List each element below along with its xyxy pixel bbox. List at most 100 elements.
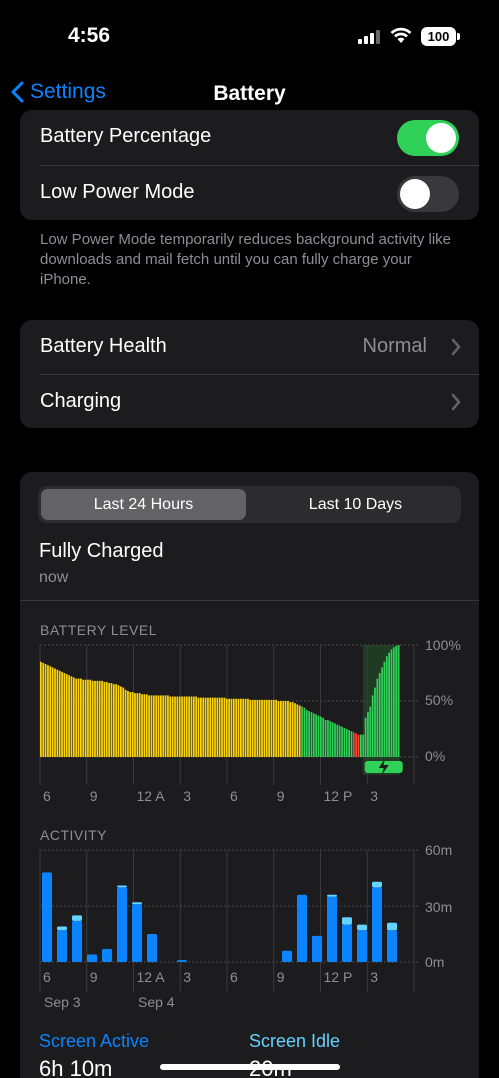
battery-bar (162, 695, 165, 757)
battery-level-chart (39, 644, 420, 785)
x-tick-label: 3 (183, 788, 192, 804)
battery-bar (355, 733, 358, 757)
battery-bar (209, 697, 212, 757)
tab-last-24-hours[interactable]: Last 24 Hours (41, 489, 246, 520)
battery-percentage-toggle[interactable] (397, 120, 459, 156)
battery-bar (232, 698, 235, 757)
battery-bar (265, 699, 268, 757)
battery-bar (331, 722, 334, 757)
battery-bar (230, 698, 233, 757)
battery-bar (141, 694, 143, 757)
battery-bar (247, 698, 249, 757)
battery-bar (312, 713, 315, 757)
activity-idle-bar (327, 894, 337, 897)
battery-bar (51, 667, 54, 757)
battery-bar (202, 697, 205, 757)
battery-bar (108, 683, 110, 757)
battery-bar (218, 697, 221, 757)
activity-bar (147, 934, 157, 962)
battery-bar (374, 687, 376, 757)
charge-status-title: Fully Charged (39, 540, 164, 562)
battery-bar (115, 684, 118, 757)
battery-bar (72, 677, 75, 757)
x-tick-label: 6 (43, 969, 51, 985)
low-power-mode-row: Low Power Mode (20, 166, 479, 220)
battery-bar (122, 687, 125, 757)
battery-bar (268, 699, 270, 757)
activity-bar (282, 950, 292, 962)
battery-bar (296, 704, 299, 757)
activity-y-tick: 30m (425, 899, 453, 915)
battery-bar (49, 666, 52, 757)
activity-bar (102, 948, 112, 962)
clock: 4:56 (68, 24, 111, 47)
activity-idle-bar (132, 902, 142, 905)
battery-bar (195, 696, 198, 757)
battery-bar (117, 685, 120, 757)
battery-bar (65, 674, 68, 757)
battery-bar (249, 699, 252, 757)
activity-y-tick: 60m (425, 842, 453, 858)
battery-bar (40, 661, 42, 757)
activity-bar (297, 894, 307, 962)
battery-bar (42, 662, 45, 757)
battery-bar (120, 686, 122, 757)
chevron-right-icon (451, 393, 461, 411)
battery-bar (390, 649, 393, 757)
battery-bar (56, 669, 59, 757)
battery-bar (150, 695, 153, 757)
home-indicator[interactable] (160, 1064, 340, 1070)
battery-bar (171, 696, 174, 757)
battery-y-tick: 100% (425, 637, 461, 653)
battery-bar (244, 698, 247, 757)
activity-bar (357, 930, 367, 962)
battery-bar (160, 695, 162, 757)
battery-bar (272, 699, 275, 757)
battery-bar (223, 697, 226, 757)
date-label: Sep 4 (138, 994, 175, 1010)
x-tick-label: 6 (230, 788, 238, 804)
battery-bar (63, 673, 66, 757)
battery-bar (261, 699, 263, 757)
battery-health-value: Normal (362, 335, 427, 357)
x-tick-label: 9 (89, 788, 98, 804)
activity-idle-bar (72, 915, 82, 921)
battery-bar (96, 680, 99, 757)
charging-row[interactable]: Charging (20, 375, 479, 429)
battery-bar (185, 696, 188, 757)
battery-bar (225, 698, 228, 757)
low-power-mode-toggle[interactable] (397, 176, 459, 212)
tab-last-10-days[interactable]: Last 10 Days (253, 489, 458, 520)
battery-usage-card: Last 24 Hours Last 10 Days Fully Charged… (20, 472, 479, 1078)
activity-y-tick: 0m (425, 954, 445, 970)
battery-bar (320, 716, 322, 757)
battery-bar (131, 692, 134, 757)
battery-bar (167, 695, 169, 757)
battery-bar (397, 645, 400, 757)
battery-bar (84, 679, 87, 757)
battery-bar (82, 679, 85, 757)
battery-bar (336, 724, 339, 757)
battery-bar (310, 712, 313, 757)
status-bar: 4:56 100 (0, 0, 499, 70)
battery-bar (44, 664, 47, 757)
battery-bar (61, 671, 63, 757)
battery-bar (124, 689, 127, 757)
battery-bar (338, 725, 341, 757)
battery-bar (254, 699, 256, 757)
x-tick-label: 6 (43, 788, 51, 804)
charge-status-time: now (39, 569, 69, 586)
battery-bar (188, 696, 190, 757)
battery-bar (317, 715, 320, 757)
x-tick-label: 12 P (323, 788, 353, 804)
battery-bar (221, 697, 223, 757)
battery-bar (112, 684, 115, 757)
battery-bar (395, 646, 398, 757)
battery-bar (305, 709, 308, 757)
charging-label: Charging (40, 390, 122, 412)
battery-bar (352, 732, 355, 757)
battery-bar (94, 680, 96, 757)
battery-bar (98, 680, 101, 757)
battery-health-row[interactable]: Battery Health Normal (20, 320, 479, 374)
screen-active-value: 6h 10m (39, 1056, 113, 1078)
